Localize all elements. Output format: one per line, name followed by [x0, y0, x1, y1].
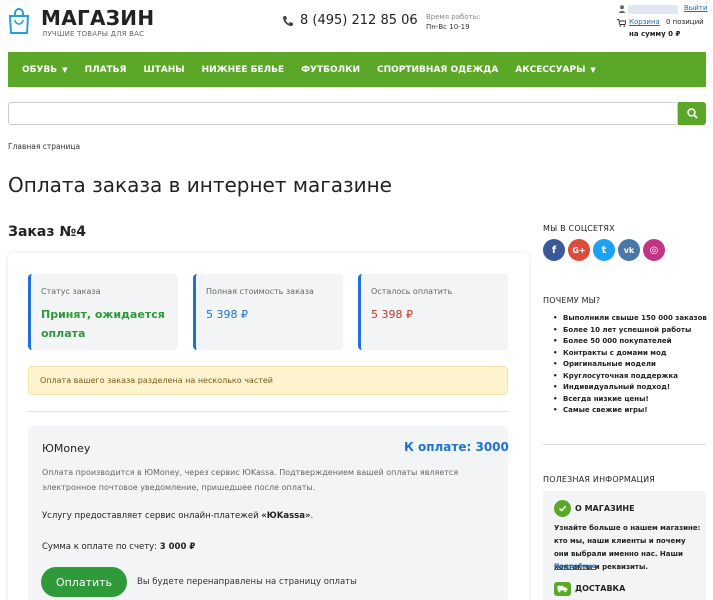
payment-service-suffix: . — [310, 511, 314, 521]
list-item: Самые свежие игры! — [553, 405, 713, 417]
twitter-icon[interactable]: t — [593, 239, 615, 261]
payment-method-name: ЮMoney — [42, 442, 91, 455]
delivery-title[interactable]: ДОСТАВКА — [575, 584, 625, 593]
instagram-icon[interactable]: ◎ — [643, 239, 665, 261]
list-item: Выполнили свыше 150 000 заказов — [553, 313, 713, 325]
user-icon — [618, 5, 626, 13]
about-more-link[interactable]: Подробнее — [554, 562, 596, 570]
nav-item-label: СПОРТИВНАЯ ОДЕЖДА — [377, 64, 499, 75]
cart-sum: на сумму 0 ₽ — [629, 30, 681, 38]
order-status-line1: Принят, ожидается — [41, 308, 165, 321]
list-item: Круглосуточная поддержка — [553, 371, 713, 383]
nav-item-dresses[interactable]: ПЛАТЬЯ — [85, 65, 127, 75]
chevron-down-icon: ▼ — [590, 65, 596, 74]
shopping-bag-icon[interactable] — [8, 8, 30, 34]
payment-description: Оплата производится в ЮMoney, через серв… — [42, 468, 459, 492]
nav-item-label: АКСЕССУАРЫ — [515, 64, 586, 75]
payment-sum-prefix: Сумма к оплате по счету: — [42, 542, 160, 552]
order-status-value: Принят, ожидается оплата — [41, 305, 165, 343]
phone-icon — [283, 16, 293, 27]
google-plus-icon[interactable]: G+ — [568, 239, 590, 261]
list-item: Оригинальные модели — [553, 359, 713, 371]
cart-link[interactable]: Корзина — [629, 18, 660, 26]
order-status-label: Статус заказа — [41, 287, 101, 296]
order-remaining-label: Осталось оплатить — [371, 287, 453, 296]
hours-value: Пн-Вс 10-19 — [426, 23, 470, 31]
main-nav: ОБУВЬ ▼ ПЛАТЬЯ ШТАНЫ НИЖНЕЕ БЕЛЬЕ ФУТБОЛК… — [8, 52, 706, 87]
why-us-list: Выполнили свыше 150 000 заказов Более 10… — [553, 313, 713, 417]
about-store-title[interactable]: О МАГАЗИНЕ — [575, 504, 635, 513]
nav-item-label: ПЛАТЬЯ — [84, 64, 127, 75]
payment-amount: К оплате: 3000 — [404, 440, 509, 454]
order-remaining-value: 5 398 ₽ — [371, 308, 413, 321]
payment-sum: Сумма к оплате по счету: 3 000 ₽ — [42, 542, 195, 552]
logo-title[interactable]: МАГАЗИН — [41, 6, 154, 30]
nav-item-label: НИЖНЕЕ БЕЛЬЕ — [201, 64, 285, 75]
list-item: Всегда низкие цены! — [553, 394, 713, 406]
list-item: Более 10 лет успешной работы — [553, 325, 713, 337]
search-icon — [686, 108, 698, 119]
order-remaining-card: Осталось оплатить 5 398 ₽ — [358, 274, 508, 350]
vk-icon[interactable]: vk — [618, 239, 640, 261]
payment-service-name: «ЮKassa» — [261, 511, 311, 521]
nav-item-label: ШТАНЫ — [143, 64, 185, 75]
nav-item-underwear[interactable]: НИЖНЕЕ БЕЛЬЕ — [202, 65, 285, 75]
list-item: Контракты с домами мод — [553, 348, 713, 360]
payment-sum-value: 3 000 ₽ — [159, 542, 196, 552]
site-header: МАГАЗИН ЛУЧШИЕ ТОВАРЫ ДЛЯ ВАС 8 (495) 21… — [0, 0, 713, 52]
list-item: Индивидуальный подход! — [553, 382, 713, 394]
nav-item-shoes[interactable]: ОБУВЬ ▼ — [22, 65, 68, 75]
truck-icon — [554, 582, 571, 596]
social-heading: МЫ В СОЦСЕТЯХ — [543, 224, 615, 233]
logo-subtitle: ЛУЧШИЕ ТОВАРЫ ДЛЯ ВАС — [42, 30, 145, 38]
search-input[interactable] — [8, 102, 678, 125]
facebook-icon[interactable]: f — [543, 239, 565, 261]
nav-item-accessories[interactable]: АКСЕССУАРЫ ▼ — [515, 65, 596, 75]
order-total-card: Полная стоимость заказа 5 398 ₽ — [193, 274, 343, 350]
breadcrumb[interactable]: Главная страница — [8, 142, 80, 151]
order-total-value: 5 398 ₽ — [206, 308, 248, 321]
cart-count: 0 позиций — [666, 18, 704, 26]
nav-item-sportswear[interactable]: СПОРТИВНАЯ ОДЕЖДА — [377, 65, 498, 75]
pay-button[interactable]: Оплатить — [41, 567, 127, 597]
cart-icon[interactable] — [617, 19, 626, 27]
why-us-heading: ПОЧЕМУ МЫ? — [543, 296, 601, 305]
nav-item-label: ОБУВЬ — [22, 64, 58, 75]
nav-item-pants[interactable]: ШТАНЫ — [143, 65, 184, 75]
order-title: Заказ №4 — [8, 224, 86, 240]
divider — [543, 444, 706, 445]
list-item: Более 50 000 покупателей — [553, 336, 713, 348]
phone-number[interactable]: 8 (495) 212 85 06 — [300, 13, 418, 28]
order-status-card: Статус заказа Принят, ожидается оплата — [28, 274, 178, 350]
chevron-down-icon: ▼ — [62, 65, 68, 74]
redirect-notice: Вы будете перенаправлены на страницу опл… — [137, 577, 357, 587]
payment-service: Услугу предоставляет сервис онлайн-плате… — [42, 511, 313, 521]
payment-service-prefix: Услугу предоставляет сервис онлайн-плате… — [42, 511, 262, 521]
hours-label: Время работы: — [426, 13, 481, 21]
check-circle-icon — [554, 500, 571, 517]
logout-link[interactable]: Выйти — [684, 4, 708, 12]
nav-item-label: ФУТБОЛКИ — [301, 64, 360, 75]
search-button[interactable] — [678, 102, 706, 125]
order-status-line2: оплата — [41, 327, 86, 340]
page-title: Оплата заказа в интернет магазине — [8, 173, 392, 197]
divider — [28, 411, 508, 412]
order-total-label: Полная стоимость заказа — [206, 287, 314, 296]
nav-item-tshirts[interactable]: ФУТБОЛКИ — [301, 65, 360, 75]
useful-info-heading: ПОЛЕЗНАЯ ИНФОРМАЦИЯ — [543, 475, 656, 484]
user-name-redacted[interactable] — [628, 5, 678, 14]
split-payment-notice: Оплата вашего заказа разделена на нескол… — [28, 366, 508, 395]
